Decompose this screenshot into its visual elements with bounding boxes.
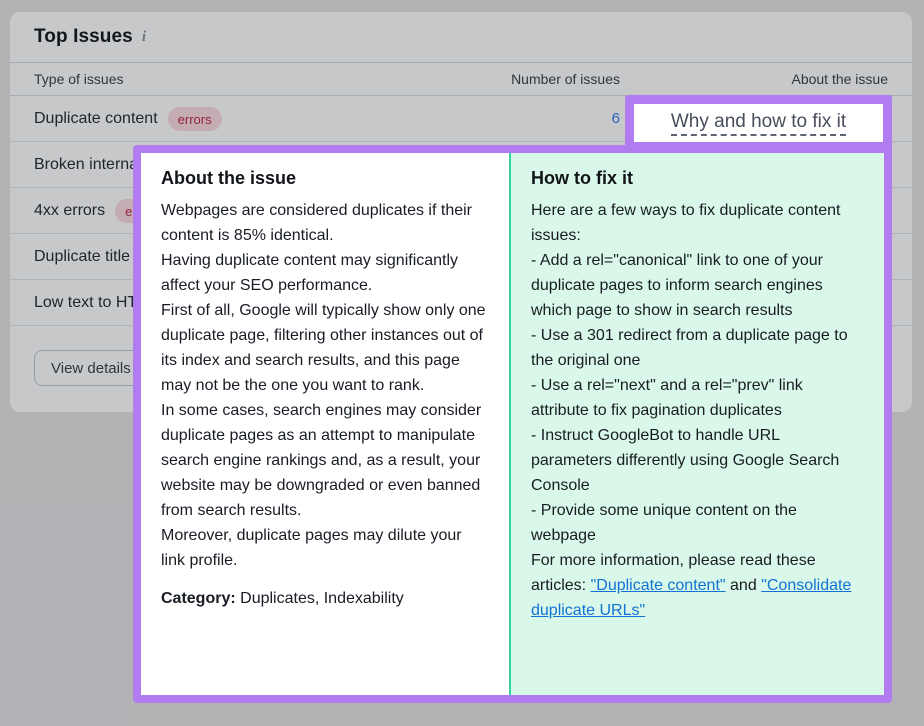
issue-details-popup: About the issue Webpages are considered … <box>133 145 892 703</box>
how-to-fix-heading: How to fix it <box>531 168 864 189</box>
about-paragraph: Moreover, duplicate pages may dilute you… <box>161 523 489 573</box>
how-to-fix-section: How to fix it Here are a few ways to fix… <box>511 153 884 695</box>
fix-item: - Use a rel="next" and a rel="prev" link… <box>531 373 864 423</box>
why-how-to-fix-label[interactable]: Why and how to fix it <box>671 111 846 136</box>
fix-item: - Use a 301 redirect from a duplicate pa… <box>531 323 864 373</box>
fix-item: - Provide some unique content on the web… <box>531 498 864 548</box>
about-paragraph: In some cases, search engines may consid… <box>161 398 489 523</box>
about-paragraph: First of all, Google will typically show… <box>161 298 489 398</box>
about-paragraph: Having duplicate content may significant… <box>161 248 489 298</box>
about-the-issue-text: Webpages are considered duplicates if th… <box>161 198 489 573</box>
and-text: and <box>730 577 757 594</box>
about-the-issue-section: About the issue Webpages are considered … <box>141 153 511 695</box>
more-info-line: For more information, please read these … <box>531 548 864 623</box>
fix-item: - Instruct GoogleBot to handle URL param… <box>531 423 864 498</box>
about-paragraph: Webpages are considered duplicates if th… <box>161 198 489 248</box>
category-value: Duplicates, Indexability <box>240 590 404 607</box>
why-how-to-fix-highlight: Why and how to fix it <box>625 95 892 151</box>
duplicate-content-article-link[interactable]: "Duplicate content" <box>591 577 726 594</box>
how-to-fix-intro: Here are a few ways to fix duplicate con… <box>531 198 864 248</box>
how-to-fix-list: - Add a rel="canonical" link to one of y… <box>531 248 864 548</box>
why-how-to-fix-trigger[interactable]: Why and how to fix it <box>634 104 883 142</box>
fix-item: - Add a rel="canonical" link to one of y… <box>531 248 864 323</box>
category-label: Category: <box>161 590 236 607</box>
about-the-issue-heading: About the issue <box>161 168 489 189</box>
category-line: Category: Duplicates, Indexability <box>161 586 489 611</box>
